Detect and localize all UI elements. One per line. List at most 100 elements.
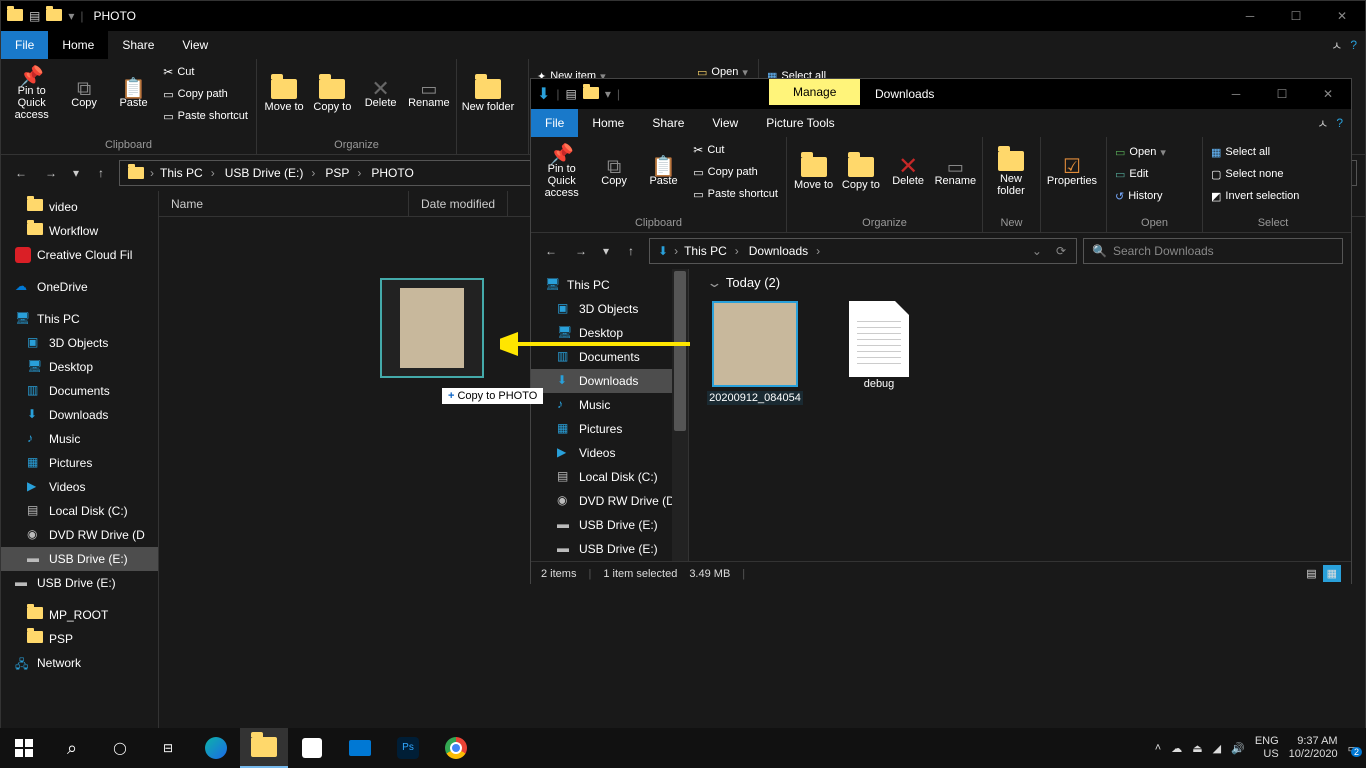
copy-path-button[interactable]: ▭Copy path <box>159 83 252 105</box>
view-icons-button[interactable]: ▦ <box>1323 565 1341 582</box>
maximize-button[interactable]: ☐ <box>1259 79 1305 109</box>
tab-view[interactable]: View <box>698 109 752 137</box>
start-button[interactable] <box>0 728 48 768</box>
nav-item-usb-drive-e-[interactable]: ▬USB Drive (E:) <box>531 537 688 561</box>
onedrive-icon[interactable]: ☁ <box>1171 742 1182 755</box>
tab-share[interactable]: Share <box>638 109 698 137</box>
nav-item-dvd-rw-drive-d[interactable]: ◉DVD RW Drive (D <box>531 489 688 513</box>
breadcrumb-item[interactable]: This PC <box>156 166 219 180</box>
new-folder-button[interactable]: New folder <box>461 61 515 131</box>
paste-button[interactable]: 📋Paste <box>640 139 687 209</box>
nav-item-downloads[interactable]: ⬇Downloads <box>531 369 688 393</box>
qat-save-icon[interactable]: ▤ <box>29 9 40 23</box>
tab-view[interactable]: View <box>168 31 222 59</box>
system-tray[interactable]: ˄ ☁ ⏏ ◢ 🔊 ENGUS 9:37 AM10/2/2020 ▭2 <box>1155 728 1366 768</box>
nav-item-pictures[interactable]: ▦Pictures <box>531 417 688 441</box>
select-all-button[interactable]: ▦Select all <box>1207 141 1339 163</box>
rename-button[interactable]: ▭Rename <box>406 61 452 131</box>
copy-button[interactable]: ⧉Copy <box>60 61 107 131</box>
column-date[interactable]: Date modified <box>409 191 508 216</box>
new-folder-button[interactable]: New folder <box>987 139 1035 209</box>
eject-icon[interactable]: ⏏ <box>1192 742 1202 755</box>
paste-shortcut-button[interactable]: ▭Paste shortcut <box>159 105 252 127</box>
history-button[interactable]: ↺History <box>1111 185 1198 207</box>
nav-item-music[interactable]: ♪Music <box>1 427 158 451</box>
nav-item-onedrive[interactable]: ☁OneDrive <box>1 275 158 299</box>
forward-button[interactable]: → <box>569 239 593 263</box>
nav-item-dvd-rw-drive-d[interactable]: ◉DVD RW Drive (D <box>1 523 158 547</box>
nav-item-video[interactable]: video <box>1 195 158 219</box>
close-button[interactable]: ✕ <box>1319 1 1365 31</box>
breadcrumb-item[interactable]: This PC <box>680 244 743 258</box>
delete-button[interactable]: ✕Delete <box>358 61 404 131</box>
nav-item-documents[interactable]: ▥Documents <box>1 379 158 403</box>
nav-item-mp-root[interactable]: MP_ROOT <box>1 603 158 627</box>
cortana-button[interactable]: ◯ <box>96 728 144 768</box>
nav-item-3d-objects[interactable]: ▣3D Objects <box>531 297 688 321</box>
paste-button[interactable]: 📋Paste <box>110 61 157 131</box>
help-icon[interactable]: ? <box>1336 116 1343 130</box>
maximize-button[interactable]: ☐ <box>1273 1 1319 31</box>
move-to-button[interactable]: Move to <box>261 61 307 131</box>
qat-caret-icon[interactable]: ▾ <box>68 9 74 23</box>
minimize-button[interactable]: ─ <box>1213 79 1259 109</box>
wifi-icon[interactable]: ◢ <box>1213 742 1221 755</box>
ribbon-collapse-icon[interactable]: ㅅ <box>1331 37 1342 54</box>
delete-button[interactable]: ✕Delete <box>886 139 931 209</box>
select-none-button[interactable]: ▢Select none <box>1207 163 1339 185</box>
nav-item-network[interactable]: 🖧Network <box>1 651 158 675</box>
nav-item-usb-drive-e-[interactable]: ▬USB Drive (E:) <box>1 547 158 571</box>
navigation-pane[interactable]: 🖥This PC▣3D Objects🖥Desktop▥Documents⬇Do… <box>531 269 689 561</box>
nav-item-psp[interactable]: PSP <box>1 627 158 651</box>
task-view-button[interactable]: ⊟ <box>144 728 192 768</box>
titlebar[interactable]: ⬇ | ▤ ▾ | Manage Downloads ─ ☐ ✕ <box>531 79 1351 109</box>
up-button[interactable]: ↑ <box>89 161 113 185</box>
up-button[interactable]: ↑ <box>619 239 643 263</box>
tab-share[interactable]: Share <box>108 31 168 59</box>
close-button[interactable]: ✕ <box>1305 79 1351 109</box>
notification-button[interactable]: ▭2 <box>1348 742 1358 755</box>
move-to-button[interactable]: Move to <box>791 139 836 209</box>
qat-icon[interactable]: ▤ <box>566 87 577 101</box>
forward-button[interactable]: → <box>39 161 63 185</box>
qat-caret-icon[interactable]: ▾ <box>605 87 611 101</box>
tab-home[interactable]: Home <box>48 31 108 59</box>
invert-selection-button[interactable]: ◩Invert selection <box>1207 185 1339 207</box>
rename-button[interactable]: ▭Rename <box>933 139 978 209</box>
tab-home[interactable]: Home <box>578 109 638 137</box>
navigation-pane[interactable]: videoWorkflowCreative Cloud Fil ☁OneDrive… <box>1 191 159 729</box>
tab-picture-tools[interactable]: Picture Tools <box>752 109 848 137</box>
breadcrumb-item[interactable]: Downloads <box>745 244 824 258</box>
content-pane[interactable]: Today (2) 20200912_084054 debug <box>689 269 1351 561</box>
copy-button[interactable]: ⧉Copy <box>590 139 637 209</box>
pin-quick-access-button[interactable]: 📌Pin to Quick access <box>5 61 58 131</box>
nav-item-usb-drive-e-[interactable]: ▬USB Drive (E:) <box>1 571 158 595</box>
column-name[interactable]: Name <box>159 191 409 216</box>
back-button[interactable]: ← <box>539 239 563 263</box>
breadcrumb-bar[interactable]: ⬇ › This PC Downloads ⌄ ⟳ <box>649 238 1077 264</box>
file-item-image[interactable]: 20200912_084054 <box>707 301 803 405</box>
scrollbar[interactable] <box>672 269 688 561</box>
dropdown-icon[interactable]: ⌄ <box>1026 244 1048 258</box>
nav-item-this-pc[interactable]: 🖥This PC <box>1 307 158 331</box>
nav-item-downloads[interactable]: ⬇Downloads <box>1 403 158 427</box>
nav-item-videos[interactable]: ▶Videos <box>1 475 158 499</box>
nav-item-workflow[interactable]: Workflow <box>1 219 158 243</box>
file-item-document[interactable]: debug <box>831 301 927 405</box>
cut-button[interactable]: Cut <box>159 61 252 83</box>
volume-icon[interactable]: 🔊 <box>1231 742 1245 755</box>
tray-expand-icon[interactable]: ˄ <box>1155 742 1161 754</box>
breadcrumb-item[interactable]: PSP <box>321 166 365 180</box>
search-button[interactable]: ⌕ <box>48 728 96 768</box>
titlebar[interactable]: ▤ ▾ | PHOTO ─ ☐ ✕ <box>1 1 1365 31</box>
nav-item-3d-objects[interactable]: ▣3D Objects <box>1 331 158 355</box>
taskbar[interactable]: ⌕ ◯ ⊟ Ps ˄ ☁ ⏏ ◢ 🔊 ENGUS 9:37 AM10/2/202… <box>0 728 1366 768</box>
nav-item-creative-cloud-fil[interactable]: Creative Cloud Fil <box>1 243 158 267</box>
search-input[interactable]: 🔍 Search Downloads <box>1083 238 1343 264</box>
copy-to-button[interactable]: Copy to <box>838 139 883 209</box>
clock[interactable]: 9:37 AM10/2/2020 <box>1289 735 1338 761</box>
recent-dropdown[interactable]: ▾ <box>69 161 83 185</box>
properties-button[interactable]: ☑Properties <box>1045 139 1099 209</box>
tab-file[interactable]: File <box>531 109 578 137</box>
ribbon-collapse-icon[interactable]: ㅅ <box>1317 115 1328 132</box>
